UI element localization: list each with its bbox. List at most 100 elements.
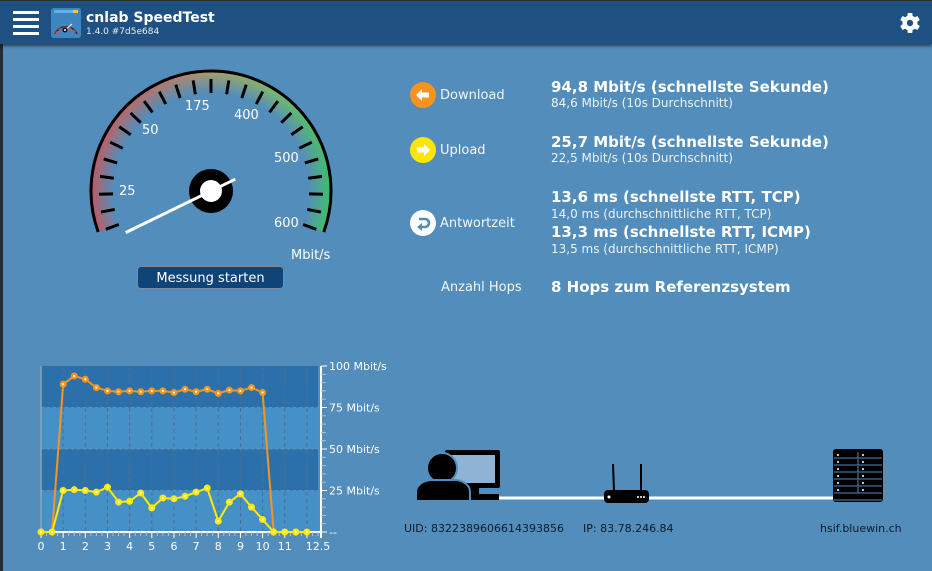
chart-y-tick-label: 100 Mbit/s <box>329 360 387 373</box>
upload-fastest-value: 25,7 Mbit/s (schnellste Sekunde) <box>551 133 829 151</box>
speed-gauge: 25 50 175 400 500 600 Mbit/s <box>80 60 350 311</box>
server-led <box>837 468 839 470</box>
upload-average-value: 22,5 Mbit/s (10s Durchschnitt) <box>551 151 733 165</box>
chart-point-center <box>206 388 209 391</box>
chart-point-center <box>250 386 253 389</box>
chart-point-center <box>172 497 176 500</box>
app-version: 1.4.0 #7d5e684 <box>86 27 160 37</box>
chart-x-tick-label: 8 <box>215 540 222 553</box>
chart-x-tick-label: 7 <box>193 540 200 553</box>
chart-band <box>41 449 318 491</box>
hops-label: Anzahl Hops <box>441 280 522 295</box>
latency-icmp-fastest-value: 13,3 ms (schnellste RTT, ICMP) <box>551 223 811 241</box>
gauge-label-25: 25 <box>119 184 136 199</box>
chart-point-center <box>73 374 76 378</box>
upload-label: Upload <box>440 143 486 158</box>
server-led <box>837 454 839 456</box>
chart-point-center <box>239 389 242 392</box>
chart-y-tick-label: 75 Mbit/s <box>329 402 380 415</box>
app-logo <box>51 8 81 38</box>
chart-point-center <box>206 486 209 490</box>
server-led <box>862 461 864 463</box>
chart-point-center <box>195 390 198 393</box>
chart-point-center <box>250 506 253 509</box>
latency-tcp-fastest-value: 13,6 ms (schnellste RTT, TCP) <box>551 188 801 206</box>
server-hostname: hsif.bluewin.ch <box>820 522 902 535</box>
gauge-hub-inner <box>200 180 222 202</box>
chart-point-center <box>261 391 264 394</box>
chart-point-center <box>106 486 109 489</box>
app-header: cnlab SpeedTest 1.4.0 #7d5e684 <box>0 0 932 44</box>
chart-point-center <box>305 530 309 534</box>
chart-point-center <box>117 390 120 393</box>
chart-band <box>41 366 318 408</box>
chart-x-tick-label: 4 <box>126 540 133 553</box>
chart-x-tick-label: 3 <box>104 540 111 553</box>
client-ip: IP: 83.78.246.84 <box>583 522 674 535</box>
chart-point-center <box>117 501 120 504</box>
server-led <box>862 489 864 491</box>
chart-x-tick-label: 0 <box>38 540 45 553</box>
chart-point-center <box>84 489 87 492</box>
network-diagram <box>415 449 883 503</box>
chart-point-center <box>261 518 264 521</box>
gauge-label-400: 400 <box>234 108 259 123</box>
gauge-dial <box>89 69 333 311</box>
chart-point-center <box>283 530 286 534</box>
chart-canvas: 0 1 2 3 4 5 6 7 8 9 10 11 12.5-- 25 Mbit/s 50 Mbit/s 75… <box>37 360 387 553</box>
chart-point-center <box>294 530 297 534</box>
chart-point-center <box>84 378 87 381</box>
chart-x-tick-label: 6 <box>170 540 177 553</box>
chart-point-center <box>272 530 275 534</box>
chart-point-center <box>106 389 109 392</box>
latency-tcp-average-value: 14,0 ms (durchschnittliche RTT, TCP) <box>551 207 772 221</box>
chart-point-center <box>128 389 131 392</box>
chart-point-center <box>217 520 220 523</box>
chart-point-center <box>150 506 153 510</box>
chart-point-center <box>183 388 187 391</box>
chart-point-center <box>183 495 187 498</box>
chart-point-center <box>73 488 76 491</box>
server-led <box>837 475 839 477</box>
chart-point-center <box>161 496 164 500</box>
arrow-right-circle-icon <box>410 137 436 163</box>
app-title: cnlab SpeedTest <box>86 10 215 26</box>
network-path: UID: 8322389606614393856 IP: 83.78.246.8… <box>400 440 902 540</box>
hamburger-menu-icon[interactable] <box>13 11 39 35</box>
gauge-label-175: 175 <box>185 99 210 114</box>
chart-point-center <box>62 489 65 492</box>
latency-icmp-average-value: 13,5 ms (durchschnittliche RTT, ICMP) <box>551 242 779 256</box>
chart-point-center <box>161 389 164 392</box>
chart-point-center <box>50 530 54 534</box>
chart-point-center <box>239 492 242 495</box>
user-computer-icon <box>415 450 500 502</box>
arrow-left-circle-icon <box>410 82 436 108</box>
return-arrow-circle-icon <box>410 210 436 236</box>
gauge-tick <box>99 174 115 180</box>
download-average-value: 84,6 Mbit/s (10s Durchschnitt) <box>551 96 733 110</box>
hops-value: 8 Hops zum Referenzsystem <box>551 278 791 296</box>
chart-x-tick-label: 2 <box>82 540 89 553</box>
server-led <box>837 489 839 491</box>
server-led <box>862 468 864 470</box>
chart-x-tick-label: 11 <box>278 540 292 553</box>
server-rack-icon <box>833 449 883 502</box>
chart-point-center <box>95 491 98 494</box>
chart-point-center <box>39 530 43 534</box>
chart-point-center <box>95 386 98 389</box>
gauge-tick <box>307 174 323 180</box>
gauge-label-600: 600 <box>274 216 299 231</box>
chart-point-center <box>150 389 153 392</box>
gear-icon[interactable] <box>899 12 921 34</box>
chart-point-center <box>217 392 220 395</box>
server-led <box>862 454 864 456</box>
chart-x-tick-label: 9 <box>237 540 244 553</box>
server-led <box>837 482 839 484</box>
server-led <box>862 475 864 477</box>
client-uid: UID: 8322389606614393856 <box>404 522 564 535</box>
window-edge <box>0 0 3 571</box>
gauge-label-50: 50 <box>142 123 159 138</box>
chart-x-tick-label: 10 <box>256 540 270 553</box>
start-measurement-button[interactable]: Messung starten <box>137 266 284 289</box>
chart-point-center <box>128 500 131 503</box>
